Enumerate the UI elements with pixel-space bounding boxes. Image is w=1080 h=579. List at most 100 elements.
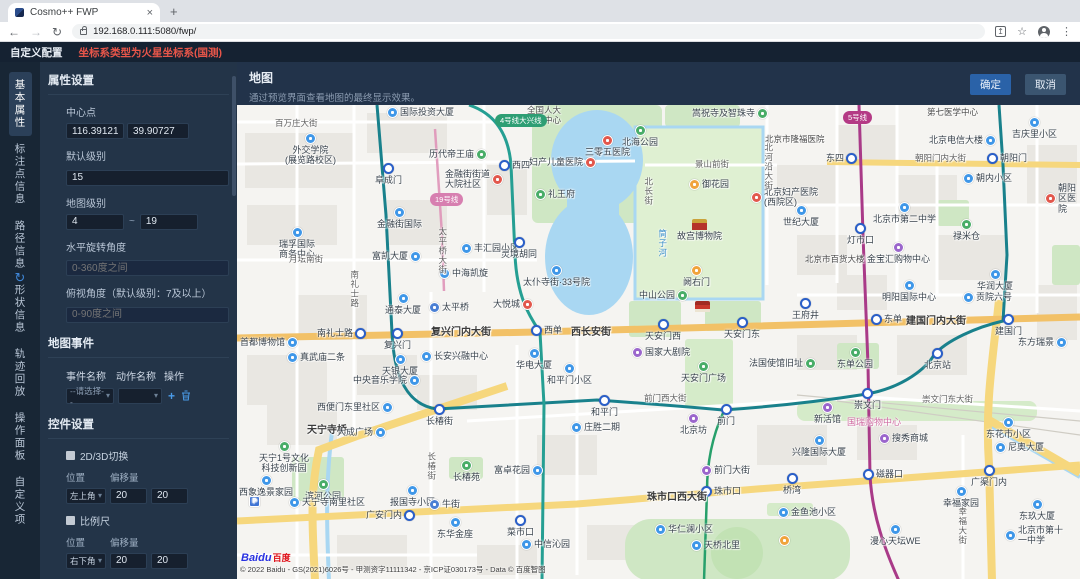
map-label: 北京坊 bbox=[680, 413, 707, 435]
park-poi-icon bbox=[634, 125, 646, 136]
metro-station-icon bbox=[657, 319, 669, 330]
browser-tab[interactable]: Cosmo++ FWP × bbox=[8, 3, 160, 22]
bus-stop-icon bbox=[429, 302, 440, 313]
metro-station-icon bbox=[599, 395, 610, 406]
map-label: 景山前街 bbox=[695, 159, 730, 169]
bookmark-star-icon[interactable]: ☆ bbox=[1017, 25, 1027, 38]
map-canvas[interactable]: 国际投资大厦 百万庄大街 外交学院 (展览路校区) 历代帝王庙 金融街街道 大院社区 阜成… bbox=[237, 105, 1080, 579]
poi-icon bbox=[903, 280, 915, 291]
sidebar-item-2[interactable]: 路径信息 bbox=[9, 213, 32, 277]
map-label: 南礼士路 bbox=[349, 270, 360, 308]
map-label: 外交学院 (展览路校区) bbox=[285, 133, 336, 166]
map-label: 北河沿大街 bbox=[763, 143, 774, 191]
sidebar: 基本属性 标注点信息 路径信息 形状信息 轨迹回放 操作面板 自定义项 ↻ bbox=[0, 62, 40, 579]
map-level-max-input[interactable] bbox=[139, 213, 198, 230]
map-label: 世纪大厦 bbox=[783, 205, 819, 227]
poi-icon bbox=[532, 465, 544, 476]
poi-icon bbox=[394, 207, 405, 218]
sidebar-item-3[interactable]: 形状信息 bbox=[9, 277, 32, 341]
poi-icon bbox=[564, 363, 575, 374]
reload-icon[interactable]: ↻ bbox=[52, 25, 62, 39]
profile-icon[interactable] bbox=[1038, 25, 1050, 38]
rotate-input[interactable] bbox=[66, 260, 229, 276]
sidebar-item-1[interactable]: 标注点信息 bbox=[9, 136, 32, 213]
url-text[interactable]: 192.168.0.111:5080/fwp/ bbox=[93, 26, 196, 37]
offset-x-input[interactable] bbox=[110, 552, 147, 569]
position-select[interactable]: 右下角 ▾ bbox=[66, 552, 106, 569]
offset-y-input[interactable] bbox=[151, 552, 188, 569]
map-label: 东花市小区 bbox=[986, 417, 1031, 439]
hospital-poi-icon bbox=[602, 135, 613, 146]
event-name-select[interactable]: --请选择-- ▾ bbox=[66, 386, 114, 407]
map-label: 天安门西 bbox=[645, 319, 681, 341]
sidebar-item-0[interactable]: 基本属性 bbox=[8, 72, 32, 136]
map-section-subtitle: 通过预览界面查看地图的最终显示效果。 bbox=[249, 93, 421, 104]
poi-icon bbox=[795, 205, 807, 216]
metro-line-badge: 5号线 bbox=[843, 111, 873, 124]
map-label: 金融街街道 大院社区 bbox=[445, 169, 504, 190]
add-event-icon[interactable]: + bbox=[168, 389, 175, 403]
control-checkbox[interactable]: 2D/3D切换 bbox=[66, 448, 229, 463]
chevron-down-icon: ▾ bbox=[97, 556, 102, 565]
default-level-input[interactable] bbox=[66, 169, 229, 186]
section-events-title: 地图事件 bbox=[48, 331, 229, 358]
map-label: 前门西大街 bbox=[644, 393, 687, 403]
lock-icon bbox=[80, 25, 88, 35]
metro-station-icon bbox=[434, 404, 445, 415]
map-label: 吉庆里小区 bbox=[1012, 117, 1057, 139]
poi-icon bbox=[691, 540, 702, 551]
sidebar-item-4[interactable]: 轨迹回放 bbox=[9, 341, 32, 405]
map-label bbox=[695, 301, 710, 312]
forward-icon[interactable]: → bbox=[30, 25, 42, 39]
section-property-title: 属性设置 bbox=[48, 68, 229, 95]
poi-icon bbox=[963, 173, 974, 184]
map-label: 阜成门 bbox=[375, 163, 402, 185]
offset-y-input[interactable] bbox=[151, 487, 188, 504]
tab-close-icon[interactable]: × bbox=[147, 7, 153, 19]
map-label: 金鱼池小区 bbox=[778, 507, 836, 518]
checkbox-icon[interactable] bbox=[66, 515, 75, 525]
map-label: 长椿街 bbox=[426, 404, 453, 426]
center-lat-input[interactable] bbox=[127, 123, 189, 139]
confirm-button[interactable]: 确定 bbox=[970, 74, 1011, 95]
map-label: 和平门小区 bbox=[547, 363, 592, 385]
browser-menu-icon[interactable]: ⋮ bbox=[1061, 25, 1072, 38]
position-select[interactable]: 左上角 ▾ bbox=[66, 487, 106, 504]
map-label: 中山公园 bbox=[639, 290, 689, 301]
center-point-label: 中心点 bbox=[66, 108, 96, 119]
map-label: 大悦城 bbox=[493, 299, 534, 310]
new-tab-button[interactable]: + bbox=[170, 4, 178, 19]
address-bar[interactable]: 192.168.0.111:5080/fwp/ bbox=[72, 24, 986, 39]
sidebar-item-6[interactable]: 自定义项 bbox=[9, 469, 32, 533]
map-card-header: 地图 通过预览界面查看地图的最终显示效果。 确定 取消 bbox=[237, 62, 1080, 105]
sidebar-item-5[interactable]: 操作面板 bbox=[9, 405, 32, 469]
map-label: 桥湾 bbox=[783, 473, 801, 495]
map-label: 太仆寺街·33号院 bbox=[523, 265, 590, 287]
cancel-button[interactable]: 取消 bbox=[1025, 74, 1066, 95]
panel-scrollbar[interactable] bbox=[232, 76, 236, 196]
tilt-input[interactable] bbox=[66, 306, 229, 323]
poi-icon bbox=[382, 402, 394, 413]
map-label: 三零五医院 bbox=[585, 135, 630, 157]
tab-favicon bbox=[15, 8, 24, 17]
center-lng-input[interactable] bbox=[66, 123, 124, 139]
park-poi-icon bbox=[278, 441, 290, 452]
map-label: 御花园 bbox=[689, 179, 729, 190]
poi-icon bbox=[289, 497, 300, 508]
hospital-poi-icon bbox=[585, 157, 597, 168]
map-label: 天银大厦 bbox=[382, 354, 418, 376]
refresh-icon[interactable]: ↻ bbox=[15, 270, 26, 286]
park-poi-icon bbox=[961, 219, 972, 230]
control-checkbox[interactable]: 比例尺 bbox=[66, 513, 229, 528]
poi-icon bbox=[521, 539, 532, 550]
delete-event-icon[interactable] bbox=[181, 390, 191, 401]
share-icon[interactable]: ↥ bbox=[995, 26, 1007, 37]
map-label: 西单 bbox=[531, 325, 562, 336]
action-name-select[interactable]: ▾ bbox=[118, 387, 162, 404]
map-level-min-input[interactable] bbox=[66, 213, 124, 230]
back-icon[interactable]: ← bbox=[8, 25, 20, 39]
page-title[interactable]: 自定义配置 bbox=[10, 45, 63, 60]
map-label: 阙右门 bbox=[683, 265, 710, 287]
checkbox-icon[interactable] bbox=[66, 450, 75, 460]
offset-x-input[interactable] bbox=[110, 487, 147, 504]
